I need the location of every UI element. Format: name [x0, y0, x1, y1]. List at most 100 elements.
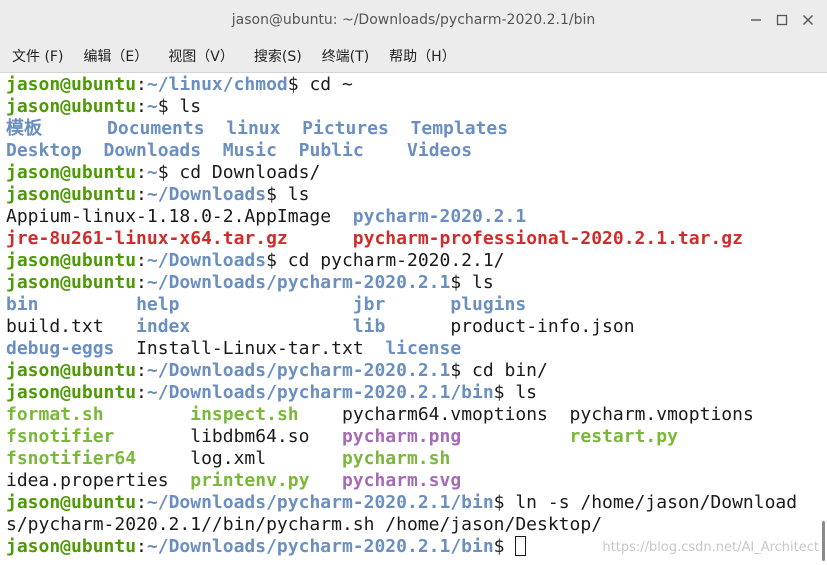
- menu-edit[interactable]: 编辑（E）: [83, 46, 156, 66]
- terminal-segment-path: ~: [146, 96, 158, 117]
- terminal-segment-dir: Music: [222, 140, 277, 161]
- terminal-segment-plain: :: [136, 162, 147, 183]
- terminal-segment-plain: $ cd pycharm-2020.2.1/: [266, 250, 505, 271]
- terminal-segment-plain: :: [136, 74, 147, 95]
- terminal-line: idea.properties printenv.py pycharm.svg: [6, 470, 461, 492]
- window-title: jason@ubuntu: ~/Downloads/pycharm-2020.2…: [231, 12, 596, 28]
- terminal-segment-dir: Documents: [107, 118, 205, 139]
- terminal-segment-plain: log.xml: [190, 448, 342, 469]
- terminal-segment-dir: plugins: [450, 294, 527, 315]
- terminal-segment-exec: inspect.sh: [190, 404, 299, 425]
- terminal-segment-user: jason@ubuntu: [6, 536, 137, 557]
- terminal-line: debug-eggs Install-Linux-tar.txt license: [6, 338, 461, 360]
- terminal-segment-plain: [389, 118, 411, 139]
- terminal-segment-dir: Pictures: [302, 118, 389, 139]
- terminal-segment-user: jason@ubuntu: [6, 272, 137, 293]
- terminal-line: jason@ubuntu:~/Downloads/pycharm-2020.2.…: [6, 382, 537, 404]
- terminal-segment-plain: :: [136, 536, 147, 557]
- terminal-segment-dir: lib: [352, 316, 386, 337]
- terminal-segment-plain: $ cd ~: [287, 74, 353, 95]
- terminal-segment-path: ~/Downloads: [146, 250, 267, 271]
- terminal-segment-path: ~: [146, 162, 158, 183]
- terminal-line: jason@ubuntu:~/Downloads$ cd pycharm-202…: [6, 250, 505, 272]
- terminal-line: fsnotifier64 log.xml pycharm.sh: [6, 448, 450, 470]
- terminal-segment-dir: Videos: [407, 140, 473, 161]
- terminal-segment-dir: bin: [6, 294, 39, 315]
- title-bar: jason@ubuntu: ~/Downloads/pycharm-2020.2…: [0, 0, 827, 40]
- menu-bar: 文件 (F) 编辑（E） 视图（V） 搜索(S) 终端(T) 帮助（H）: [0, 40, 827, 73]
- menu-view[interactable]: 视图（V）: [168, 46, 242, 66]
- terminal-segment-plain: s/pycharm-2020.2.1//bin/pycharm.sh /home…: [6, 514, 603, 535]
- terminal-segment-plain: $ ls: [266, 184, 310, 205]
- menu-search[interactable]: 搜索(S): [254, 46, 310, 66]
- terminal-segment-path: ~/Downloads: [146, 184, 267, 205]
- terminal-segment-dir: license: [385, 338, 462, 359]
- terminal-line: jre-8u261-linux-x64.tar.gz pycharm-profe…: [6, 228, 743, 250]
- terminal-line: jason@ubuntu:~$ ls: [6, 96, 201, 118]
- terminal-segment-arch: pycharm-professional-2020.2.1.tar.gz: [352, 228, 743, 249]
- terminal-segment-arch: jre-8u261-linux-x64.tar.gz: [6, 228, 288, 249]
- minimize-button[interactable]: [743, 7, 769, 33]
- terminal-line: build.txt index lib product-info.json: [6, 316, 635, 338]
- terminal-segment-dir: Downloads: [103, 140, 202, 161]
- maximize-button[interactable]: [769, 7, 795, 33]
- terminal-segment-dir: index: [136, 316, 191, 337]
- terminal-segment-dir: pycharm-2020.2.1: [352, 206, 527, 227]
- terminal-segment-dir: help: [136, 294, 180, 315]
- terminal-line: jason@ubuntu:~/Downloads/pycharm-2020.2.…: [6, 492, 797, 514]
- terminal-segment-dir: Public: [298, 140, 364, 161]
- terminal-segment-plain: [288, 228, 353, 249]
- terminal-line: fsnotifier libdbm64.so pycharm.png resta…: [6, 426, 678, 448]
- terminal-line: jason@ubuntu:~/Downloads/pycharm-2020.2.…: [6, 272, 494, 294]
- terminal-segment-plain: $ ls: [157, 96, 202, 117]
- menu-file[interactable]: 文件 (F): [12, 46, 71, 66]
- terminal-segment-dir: debug-eggs: [6, 338, 115, 359]
- terminal-segment-dir: Templates: [410, 118, 509, 139]
- terminal-segment-plain: :: [136, 492, 147, 513]
- menu-help[interactable]: 帮助（H）: [389, 46, 464, 66]
- terminal-segment-exec: restart.py: [569, 426, 678, 447]
- terminal-segment-dir: linux: [226, 118, 281, 139]
- terminal-segment-plain: :: [136, 360, 147, 381]
- terminal-segment-plain: [114, 338, 136, 359]
- terminal-segment-img: pycharm.png: [341, 426, 462, 447]
- terminal-line: format.sh inspect.sh pycharm64.vmoptions…: [6, 404, 754, 426]
- terminal-segment-dir: 模板: [6, 118, 42, 139]
- terminal-segment-exec: format.sh: [6, 404, 104, 425]
- terminal-line: jason@ubuntu:~/Downloads/pycharm-2020.2.…: [6, 360, 548, 382]
- terminal-segment-exec: pycharm.sh: [341, 448, 451, 469]
- terminal-segment-plain: [201, 140, 223, 161]
- terminal-segment-path: ~/Downloads/pycharm-2020.2.1: [146, 360, 451, 381]
- terminal-line: jason@ubuntu:~/Downloads$ ls: [6, 184, 309, 206]
- terminal-segment-plain: pycharm64.vmoptions pycharm.vmoptions: [341, 404, 754, 425]
- terminal-segment-plain: build.txt: [6, 316, 137, 337]
- terminal-segment-plain: [280, 118, 302, 139]
- terminal-segment-user: jason@ubuntu: [6, 250, 137, 271]
- terminal-segment-plain: [42, 118, 107, 139]
- terminal-segment-plain: [136, 448, 190, 469]
- terminal-segment-plain: :: [136, 272, 147, 293]
- terminal-segment-plain: Install-Linux-tar.txt: [136, 338, 386, 359]
- terminal-segment-user: jason@ubuntu: [6, 96, 137, 117]
- terminal-segment-dir: jbr: [352, 294, 386, 315]
- close-button[interactable]: [795, 7, 821, 33]
- scrollbar[interactable]: [818, 73, 827, 565]
- terminal-segment-path: ~/Downloads/pycharm-2020.2.1/bin: [146, 536, 494, 557]
- maximize-icon: [776, 14, 788, 26]
- terminal-line: jason@ubuntu:~$ cd Downloads/: [6, 162, 320, 184]
- terminal-segment-img: pycharm.svg: [341, 470, 462, 491]
- window-controls: [743, 0, 821, 40]
- scrollbar-thumb[interactable]: [822, 521, 825, 561]
- terminal-segment-exec: printenv.py: [190, 470, 310, 491]
- terminal-line: jason@ubuntu:~/linux/chmod$ cd ~: [6, 74, 353, 96]
- terminal-line: bin help jbr plugins: [6, 294, 526, 316]
- terminal-segment-plain: [277, 140, 299, 161]
- watermark: https://blog.csdn.net/AI_Architect: [602, 540, 819, 555]
- terminal-output[interactable]: jason@ubuntu:~/linux/chmod$ cd ~ jason@ub…: [0, 73, 818, 565]
- terminal-segment-user: jason@ubuntu: [6, 74, 137, 95]
- terminal-segment-dir: Desktop: [6, 140, 82, 161]
- terminal-segment-plain: $ ls: [493, 382, 538, 403]
- terminal-segment-plain: [82, 140, 104, 161]
- terminal-segment-plain: [39, 294, 137, 315]
- menu-terminal[interactable]: 终端(T): [322, 46, 377, 66]
